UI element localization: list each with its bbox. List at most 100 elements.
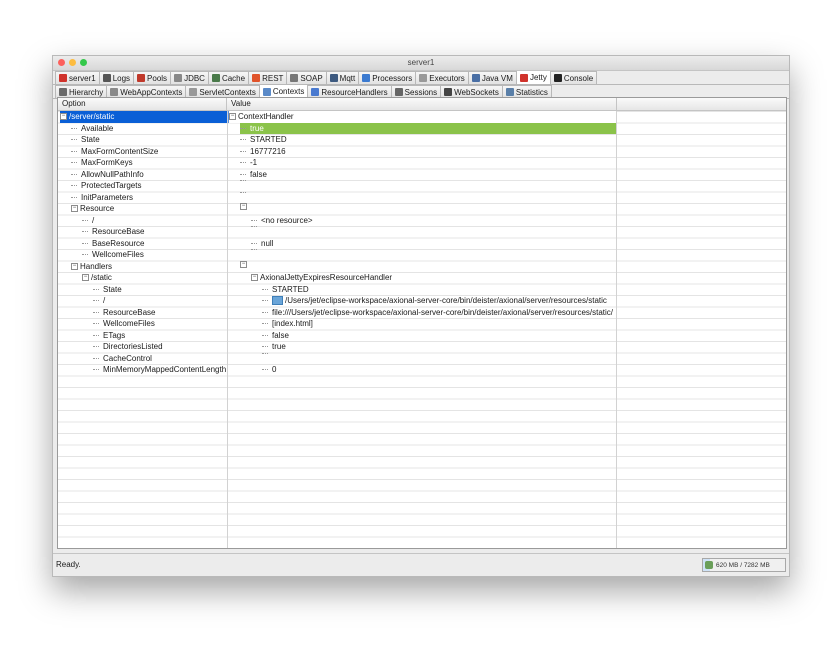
- table-row[interactable]: −/static − AxionalJettyExpiresResourceHand…: [58, 272, 786, 284]
- tab-mqtt[interactable]: Mqtt: [325, 71, 360, 84]
- value-cell[interactable]: [227, 180, 616, 192]
- value-cell[interactable]: 0: [227, 364, 616, 376]
- table-row[interactable]: BaseResource null: [58, 238, 786, 250]
- table-row[interactable]: WellcomeFiles: [58, 249, 786, 261]
- tree-connector: [240, 162, 246, 164]
- option-cell: MaxFormContentSize: [58, 146, 227, 158]
- collapse-toggle-icon[interactable]: −: [240, 260, 247, 268]
- value-cell[interactable]: [227, 191, 616, 204]
- value-cell[interactable]: false: [227, 330, 616, 342]
- table-row[interactable]: Available true: [58, 122, 786, 135]
- tab-server1[interactable]: server1: [55, 71, 100, 84]
- tab-soap[interactable]: SOAP: [286, 71, 327, 84]
- option-cell: WellcomeFiles: [58, 249, 227, 261]
- minimize-window-button[interactable]: [69, 59, 76, 66]
- value-cell[interactable]: STARTED: [227, 284, 616, 296]
- table-row[interactable]: − Handlers −: [58, 260, 786, 273]
- tab-rest[interactable]: REST: [248, 71, 288, 84]
- option-cell: ResourceBase: [58, 307, 227, 319]
- value-label: file:///Users/jet/eclipse-workspace/axio…: [272, 307, 614, 317]
- collapse-toggle-icon[interactable]: −: [60, 113, 67, 121]
- value-cell[interactable]: <no resource>: [227, 215, 616, 227]
- option-label: CacheControl: [103, 353, 152, 363]
- table-row[interactable]: ResourceBase file:///Users/jet/eclipse-wo…: [58, 307, 786, 319]
- tree-connector: [240, 180, 246, 181]
- option-label: AllowNullPathInfo: [81, 169, 144, 179]
- filler-cell: [616, 203, 786, 215]
- value-cell[interactable]: false: [227, 169, 616, 181]
- value-cell[interactable]: -1: [227, 157, 616, 169]
- collapse-toggle-icon[interactable]: −: [71, 205, 78, 213]
- table-row[interactable]: −/server/static − ContextHandler: [58, 111, 786, 123]
- value-cell[interactable]: [227, 226, 616, 238]
- session-icon: [394, 88, 403, 96]
- tab-console[interactable]: Console: [549, 71, 598, 84]
- table-row[interactable]: − Resource −: [58, 203, 786, 215]
- value-cell[interactable]: null: [227, 238, 616, 250]
- value-cell[interactable]: [227, 249, 616, 261]
- tab-pools[interactable]: Pools: [133, 71, 172, 84]
- column-header-value[interactable]: Value: [227, 98, 617, 110]
- console-icon: [553, 74, 562, 82]
- tab-processors[interactable]: Processors: [358, 71, 417, 84]
- value-cell[interactable]: [index.html]: [227, 318, 616, 330]
- filler-cell: [616, 226, 786, 238]
- filler-cell: [616, 353, 786, 365]
- tab-contexts[interactable]: Contexts: [258, 84, 309, 98]
- option-label: WellcomeFiles: [103, 319, 155, 328]
- value-cell[interactable]: − ContextHandler: [227, 111, 616, 123]
- close-window-button[interactable]: [58, 59, 65, 66]
- collapse-toggle-icon[interactable]: −: [240, 203, 247, 210]
- value-cell[interactable]: true: [227, 122, 616, 134]
- column-header-option[interactable]: Option: [58, 98, 227, 110]
- collapse-toggle-icon[interactable]: −: [229, 113, 236, 121]
- collapse-toggle-icon[interactable]: −: [82, 274, 89, 282]
- folder-icon: [272, 296, 283, 306]
- value-cell[interactable]: /Users/jet/eclipse-workspace/axional-ser…: [227, 295, 616, 307]
- collapse-toggle-icon[interactable]: −: [251, 274, 258, 282]
- value-cell[interactable]: STARTED: [227, 134, 616, 146]
- table-row[interactable]: ResourceBase: [58, 226, 786, 238]
- garbage-collect-icon[interactable]: [705, 561, 713, 569]
- tab-java-vm[interactable]: Java VM: [467, 71, 517, 84]
- table-row[interactable]: InitParameters: [58, 191, 786, 204]
- window-controls: [58, 59, 87, 66]
- table-row[interactable]: CacheControl: [58, 352, 786, 365]
- option-label: BaseResource: [92, 238, 145, 248]
- table-row[interactable]: AllowNullPathInfo false: [58, 169, 786, 181]
- value-cell[interactable]: −: [227, 260, 616, 273]
- value-cell[interactable]: file:///Users/jet/eclipse-workspace/axio…: [227, 307, 616, 319]
- table-row[interactable]: State STARTED: [58, 134, 786, 146]
- table-row[interactable]: / /Users/jet/eclipse-workspace/axional-se…: [58, 295, 786, 307]
- table-row[interactable]: / <no resource>: [58, 215, 786, 227]
- tree-connector: [262, 300, 268, 302]
- value-cell[interactable]: − AxionalJettyExpiresResourceHandler: [227, 272, 616, 284]
- title-bar: server1: [53, 56, 789, 71]
- table-body: −/server/static − ContextHandler Available t…: [58, 111, 786, 548]
- zoom-window-button[interactable]: [80, 59, 87, 66]
- value-label: /Users/jet/eclipse-workspace/axional-ser…: [285, 296, 607, 305]
- tab-cache[interactable]: Cache: [207, 71, 250, 84]
- tab-jdbc[interactable]: JDBC: [170, 71, 209, 84]
- table-row[interactable]: State STARTED: [58, 284, 786, 296]
- value-cell[interactable]: 16777216: [227, 146, 616, 158]
- table-row[interactable]: MaxFormKeys -1: [58, 157, 786, 169]
- tab-executors[interactable]: Executors: [415, 71, 469, 84]
- table-row[interactable]: DirectoriesListed true: [58, 341, 786, 353]
- memory-indicator[interactable]: 620 MB / 7282 MB: [702, 558, 786, 572]
- value-cell[interactable]: −: [227, 203, 616, 215]
- table-row[interactable]: ProtectedTargets: [58, 180, 786, 192]
- tab-jetty[interactable]: Jetty: [515, 70, 551, 84]
- table-row[interactable]: MinMemoryMappedContentLength 0: [58, 364, 786, 376]
- collapse-toggle-icon[interactable]: −: [71, 262, 78, 270]
- table-row[interactable]: ETags false: [58, 330, 786, 342]
- value-cell[interactable]: true: [227, 341, 616, 353]
- option-label: /: [92, 215, 95, 225]
- table-row[interactable]: MaxFormContentSize 16777216: [58, 146, 786, 158]
- table-row[interactable]: WellcomeFiles [index.html]: [58, 318, 786, 330]
- option-cell: ResourceBase: [58, 226, 227, 238]
- value-cell[interactable]: [227, 352, 616, 365]
- option-label: Resource: [80, 204, 115, 213]
- tab-logs[interactable]: Logs: [98, 71, 135, 84]
- option-cell: Available: [58, 123, 227, 135]
